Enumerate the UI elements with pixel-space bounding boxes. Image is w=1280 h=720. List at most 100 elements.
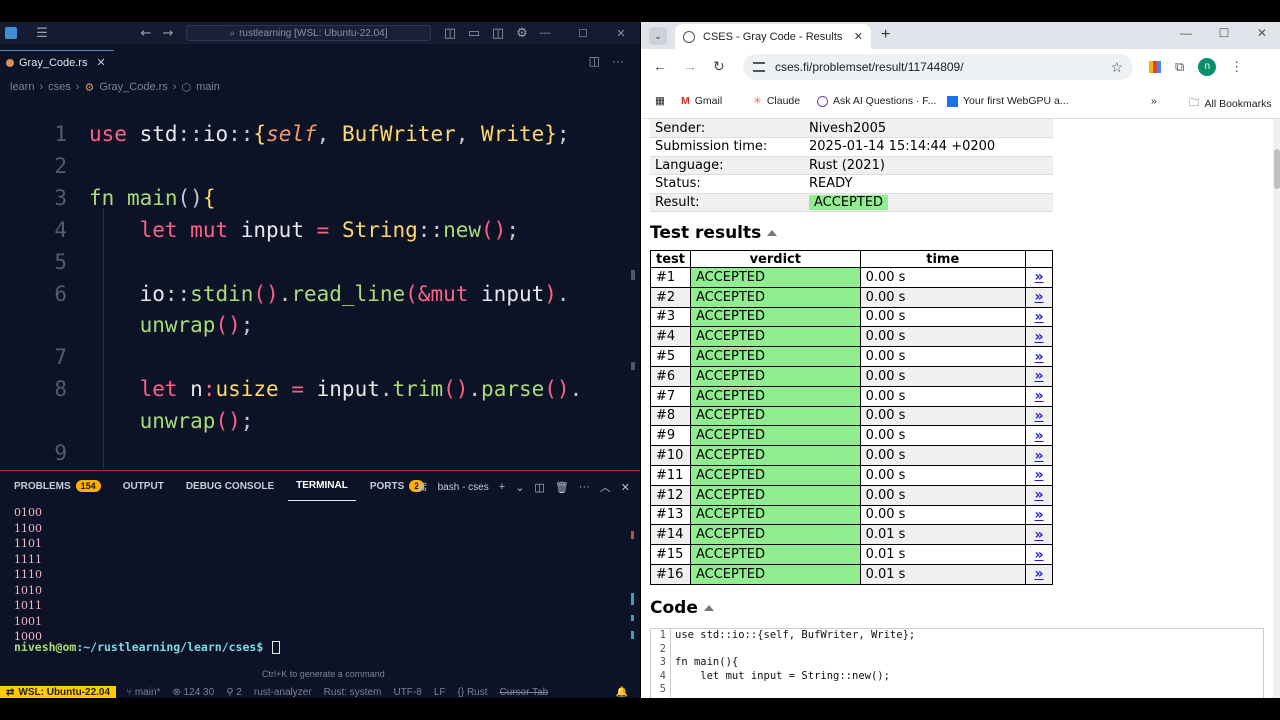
view-test-link[interactable]: »: [1025, 425, 1053, 447]
split-terminal-icon[interactable]: ◫: [534, 481, 544, 494]
minimize-icon[interactable]: —: [526, 27, 564, 39]
ports-status[interactable]: ⚲ 2: [226, 687, 242, 698]
breadcrumb-item[interactable]: main: [196, 81, 220, 93]
code-editor[interactable]: 1 use std::io::{self, BufWriter, Write}; …: [0, 102, 628, 470]
toggle-sidebar-icon[interactable]: ◫: [438, 26, 462, 41]
analytics-extension-icon[interactable]: [1149, 61, 1161, 73]
tab-terminal[interactable]: TERMINAL: [288, 471, 356, 501]
trash-icon[interactable]: 🗑: [555, 481, 569, 494]
terminal-line: 1010: [14, 583, 42, 597]
eol-status[interactable]: LF: [434, 687, 446, 698]
submitted-code-block[interactable]: 1 use std::io::{self, BufWriter, Write}; 2…: [650, 628, 1264, 698]
view-test-link[interactable]: »: [1025, 524, 1053, 546]
bookmark-claude[interactable]: ✳ Claude: [753, 95, 800, 107]
view-test-link[interactable]: »: [1025, 385, 1053, 407]
tab-search-chevron-icon[interactable]: ⌄: [649, 27, 667, 45]
chevron-down-icon[interactable]: ⌄: [515, 481, 524, 494]
bookmark-ask-ai[interactable]: Ask AI Questions · F...: [817, 95, 936, 107]
close-panel-icon[interactable]: ✕: [621, 481, 630, 494]
rust-toolchain-status[interactable]: Rust: system: [324, 687, 382, 698]
toggle-secondary-sidebar-icon[interactable]: ◫: [486, 26, 510, 41]
close-tab-icon[interactable]: ✕: [854, 30, 863, 43]
language-mode[interactable]: {} Rust: [457, 687, 487, 698]
forward-arrow-icon[interactable]: →: [156, 26, 180, 41]
breadcrumb-item[interactable]: cses: [48, 81, 71, 93]
code-text: fn main(){: [675, 656, 739, 668]
all-bookmarks[interactable]: 🗀 All Bookmarks: [1189, 95, 1272, 113]
maximize-icon[interactable]: ☐: [1205, 26, 1243, 40]
apps-grid-icon[interactable]: ▦: [655, 95, 665, 107]
git-branch[interactable]: ⑂ main*: [126, 687, 160, 698]
view-test-link[interactable]: »: [1025, 504, 1053, 526]
site-info-icon[interactable]: [753, 62, 765, 72]
view-test-link[interactable]: »: [1025, 326, 1053, 348]
view-test-link[interactable]: »: [1025, 286, 1053, 308]
rust-analyzer-status[interactable]: rust-analyzer: [254, 687, 312, 698]
view-test-link[interactable]: »: [1025, 306, 1053, 328]
close-window-icon[interactable]: ✕: [1243, 26, 1280, 40]
more-actions-icon[interactable]: ···: [579, 481, 590, 493]
maximize-panel-icon[interactable]: ︿: [600, 479, 611, 495]
view-test-link[interactable]: »: [1025, 346, 1053, 367]
code-line: 4 let mut input = String::new();: [651, 669, 1263, 683]
code-heading[interactable]: Code: [650, 598, 714, 618]
scrollbar-thumb[interactable]: [1274, 149, 1280, 189]
terminal-shell-label[interactable]: bash - cses: [438, 482, 489, 493]
terminal-output[interactable]: 0100 1100 1101 1111 1110 1010 1011 1001 …: [14, 505, 42, 645]
new-tab-plus-icon[interactable]: +: [881, 26, 890, 44]
more-actions-icon[interactable]: ···: [612, 54, 624, 68]
extensions-puzzle-icon[interactable]: ⧉: [1175, 59, 1184, 75]
test-results-heading[interactable]: Test results: [650, 223, 778, 243]
tab-debug-console[interactable]: DEBUG CONSOLE: [178, 471, 282, 501]
test-id-cell: #9: [650, 425, 691, 447]
profile-avatar[interactable]: n: [1198, 58, 1217, 76]
double-chevron-icon: »: [1034, 526, 1044, 543]
youtube-icon: [947, 95, 958, 107]
problems-counts[interactable]: ⊗ 124 30: [172, 687, 214, 698]
prompt-symbol: $: [256, 640, 264, 654]
editor-scrollbar[interactable]: [628, 100, 640, 470]
back-arrow-icon[interactable]: ←: [134, 26, 158, 41]
kebab-menu-icon[interactable]: ⋮: [1230, 59, 1243, 75]
back-arrow-icon[interactable]: ←: [653, 58, 667, 74]
page-scrollbar[interactable]: [1273, 119, 1280, 698]
more-bookmarks-icon[interactable]: »: [1151, 95, 1157, 107]
menu-hamburger-icon[interactable]: ☰: [30, 26, 54, 41]
forward-arrow-icon[interactable]: →: [683, 58, 697, 74]
maximize-icon[interactable]: ☐: [564, 27, 602, 40]
terminal-line: 1011: [14, 599, 42, 612]
double-chevron-icon: »: [1034, 308, 1044, 325]
command-center-search[interactable]: ⌕ rustlearning [WSL: Ubuntu-22.04]: [186, 25, 431, 41]
tab-problems[interactable]: PROBLEMS 154: [6, 471, 109, 501]
close-window-icon[interactable]: ✕: [602, 27, 640, 40]
close-tab-icon[interactable]: ✕: [96, 56, 105, 69]
notifications-bell-icon[interactable]: 🔔: [616, 687, 628, 698]
bookmark-gmail[interactable]: M Gmail: [681, 95, 722, 107]
minimize-icon[interactable]: —: [1167, 26, 1205, 40]
view-test-link[interactable]: »: [1025, 544, 1053, 565]
view-test-link[interactable]: »: [1025, 464, 1053, 486]
bookmark-star-icon[interactable]: ☆: [1110, 59, 1123, 76]
remote-indicator[interactable]: ⇄ WSL: Ubuntu-22.04: [0, 686, 117, 698]
address-bar[interactable]: cses.fi/problemset/result/11744809/ ☆: [743, 54, 1133, 80]
view-test-link[interactable]: »: [1025, 563, 1053, 585]
view-test-link[interactable]: »: [1025, 484, 1053, 506]
new-terminal-icon[interactable]: +: [499, 481, 505, 493]
view-test-link[interactable]: »: [1025, 405, 1053, 427]
tab-output[interactable]: OUTPUT: [115, 471, 172, 501]
breadcrumb-item[interactable]: learn: [10, 81, 34, 93]
editor-tab-gray-code[interactable]: Gray_Code.rs ✕: [0, 50, 114, 74]
encoding-status[interactable]: UTF-8: [393, 687, 421, 698]
browser-tab-cses[interactable]: CSES - Gray Code - Results ✕: [675, 24, 871, 49]
reload-icon[interactable]: ↻: [713, 58, 725, 75]
split-editor-icon[interactable]: ◫: [589, 54, 600, 68]
bookmark-webgpu[interactable]: Your first WebGPU a...: [947, 95, 1069, 107]
toggle-panel-icon[interactable]: ▭: [462, 26, 486, 41]
terminal-prompt[interactable]: nivesh@om:~/rustlearning/learn/cses$: [14, 640, 281, 654]
test-id-cell: #8: [650, 405, 691, 427]
view-test-link[interactable]: »: [1025, 365, 1053, 387]
cursor-tab-status[interactable]: Cursor Tab: [500, 687, 549, 698]
view-test-link[interactable]: »: [1025, 267, 1053, 288]
breadcrumb-item[interactable]: Gray_Code.rs: [99, 81, 167, 93]
view-test-link[interactable]: »: [1025, 445, 1053, 466]
